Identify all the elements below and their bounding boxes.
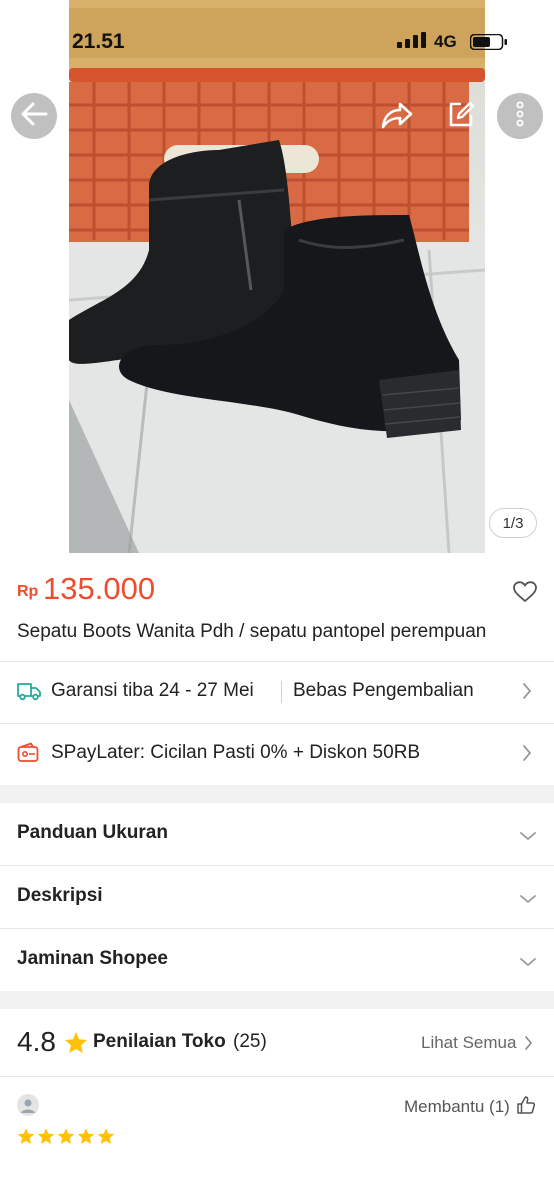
price-currency: Rp — [17, 583, 39, 600]
chevron-down-icon — [519, 954, 537, 972]
paylater-label: SPayLater: Cicilan Pasti 0% + Diskon 50R… — [51, 742, 421, 763]
accordion-description[interactable]: Deskripsi — [0, 866, 554, 928]
section-gap — [0, 785, 554, 803]
product-title: Sepatu Boots Wanita Pdh / sepatu pantope… — [17, 621, 487, 642]
share-icon — [381, 101, 413, 134]
chevron-down-icon — [519, 828, 537, 846]
section-gap — [0, 991, 554, 1009]
star-icon — [17, 1127, 35, 1150]
more-options-button[interactable] — [497, 93, 543, 139]
free-returns: Bebas Pengembalian — [293, 680, 474, 701]
shop-rating-header: 4.8 Penilaian Toko (25) Lihat Semua — [0, 1009, 554, 1075]
arrow-left-icon — [20, 102, 48, 131]
more-vertical-icon — [516, 101, 524, 132]
image-counter: 1/3 — [489, 508, 537, 538]
star-icon — [97, 1127, 115, 1150]
share-button[interactable] — [377, 97, 417, 137]
price-amount: 135.000 — [43, 571, 156, 606]
paylater-row[interactable]: SPayLater: Cicilan Pasti 0% + Diskon 50R… — [0, 723, 554, 785]
network-type: 4G — [434, 32, 457, 51]
wallet-icon — [17, 742, 39, 769]
accordion-label: Panduan Ukuran — [17, 822, 168, 843]
product-photo[interactable] — [69, 0, 485, 553]
rating-label: Penilaian Toko — [93, 1031, 226, 1052]
chevron-right-icon — [522, 744, 532, 767]
chevron-right-icon[interactable] — [524, 1035, 533, 1056]
accordion-guarantee[interactable]: Jaminan Shopee — [0, 929, 554, 991]
edit-icon — [447, 101, 475, 134]
thumbs-up-icon[interactable] — [516, 1095, 536, 1120]
accordion-label: Deskripsi — [17, 885, 103, 906]
helpful-count[interactable]: Membantu (1) — [404, 1097, 510, 1117]
accordion-size-guide[interactable]: Panduan Ukuran — [0, 803, 554, 865]
status-bar: 21.51 4G — [0, 26, 554, 56]
edit-button[interactable] — [441, 97, 481, 137]
battery-icon — [469, 33, 508, 55]
separator — [281, 681, 282, 703]
chevron-down-icon — [519, 891, 537, 909]
rating-score: 4.8 — [17, 1026, 56, 1057]
heart-icon[interactable] — [513, 581, 537, 608]
avatar — [17, 1094, 39, 1116]
star-icon — [57, 1127, 75, 1150]
divider — [0, 1076, 554, 1077]
chevron-right-icon — [522, 682, 532, 705]
see-all-link[interactable]: Lihat Semua — [421, 1033, 516, 1053]
star-icon — [77, 1127, 95, 1150]
shipping-row[interactable]: Garansi tiba 24 - 27 Mei Bebas Pengembal… — [0, 661, 554, 723]
back-button[interactable] — [11, 93, 57, 139]
star-icon — [37, 1127, 55, 1150]
review-stars — [17, 1127, 115, 1150]
price-block: Rp 135.000 — [17, 571, 537, 611]
status-time: 21.51 — [72, 30, 125, 53]
delivery-guarantee: Garansi tiba 24 - 27 Mei — [51, 680, 254, 701]
signal-icon — [397, 32, 427, 53]
truck-icon — [17, 680, 41, 707]
accordion-label: Jaminan Shopee — [17, 948, 168, 969]
star-icon — [64, 1031, 88, 1059]
rating-count: (25) — [233, 1031, 267, 1052]
product-gallery[interactable]: 21.51 4G 1/3 — [0, 0, 554, 553]
